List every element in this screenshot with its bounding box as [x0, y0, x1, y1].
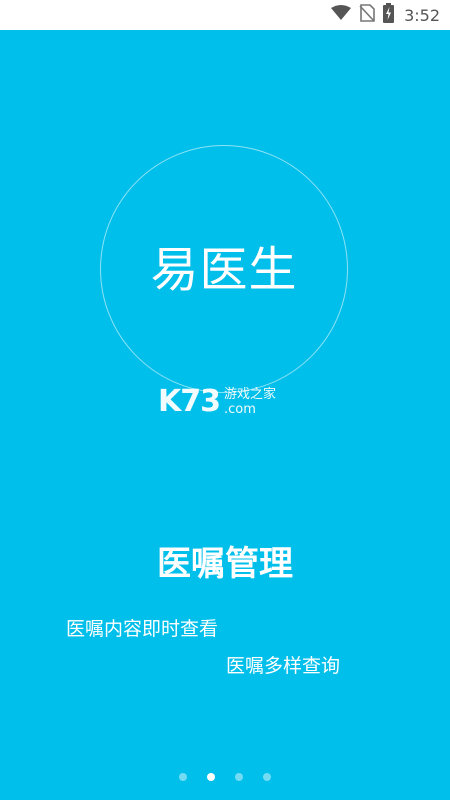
feature-description-2: 医嘱多样查询: [226, 655, 341, 677]
page-dot-3[interactable]: [235, 773, 243, 781]
page-dot-4[interactable]: [263, 773, 271, 781]
watermark-text: 游戏之家 .com: [224, 387, 276, 417]
watermark-logo: K73: [158, 384, 221, 419]
no-sim-icon: [359, 4, 375, 26]
page-indicator[interactable]: [0, 773, 450, 781]
status-icons: 3:52: [331, 0, 440, 30]
app-name: 易医生: [150, 242, 298, 298]
battery-charging-icon: [383, 3, 395, 27]
status-time: 3:52: [404, 5, 440, 25]
onboarding-page[interactable]: 易医生 K73 游戏之家 .com 医嘱管理 医嘱内容即时查看 医嘱多样查询: [0, 30, 450, 800]
status-bar: 3:52: [0, 0, 450, 30]
watermark-site-name: 游戏之家: [224, 387, 277, 402]
site-watermark: K73 游戏之家 .com: [158, 382, 276, 422]
feature-title: 医嘱管理: [157, 544, 293, 584]
page-dot-1[interactable]: [179, 773, 187, 781]
page-dot-2[interactable]: [207, 773, 215, 781]
feature-description-1: 医嘱内容即时查看: [66, 618, 219, 640]
wifi-icon: [331, 5, 352, 25]
watermark-domain: .com: [224, 402, 256, 417]
